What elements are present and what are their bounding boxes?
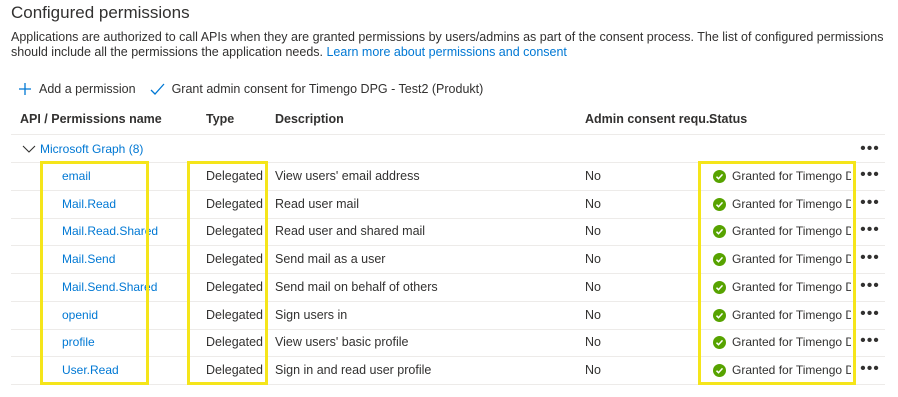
header-api-name[interactable]: API / Permissions name bbox=[20, 112, 162, 126]
admin-consent-required: No bbox=[585, 252, 601, 267]
header-divider bbox=[11, 134, 885, 135]
admin-consent-required: No bbox=[585, 224, 601, 239]
permission-description: Send mail as a user bbox=[275, 252, 386, 267]
plus-icon bbox=[19, 83, 31, 95]
page-title: Configured permissions bbox=[11, 3, 190, 22]
add-permission-button[interactable]: Add a permission bbox=[18, 82, 136, 96]
row-more-icon[interactable]: ••• bbox=[860, 167, 880, 183]
grant-admin-consent-button[interactable]: Grant admin consent for Timengo DPG - Te… bbox=[150, 82, 484, 96]
admin-consent-required: No bbox=[585, 169, 601, 183]
group-microsoft-graph[interactable]: Microsoft Graph (8) bbox=[22, 142, 143, 156]
checkmark-icon bbox=[150, 83, 165, 95]
row-more-icon[interactable]: ••• bbox=[860, 277, 880, 293]
admin-consent-required: No bbox=[585, 362, 601, 377]
chevron-down-icon bbox=[22, 145, 36, 153]
row-more-icon[interactable]: ••• bbox=[860, 305, 880, 321]
permission-description: Sign users in bbox=[275, 307, 348, 322]
permission-description: Read user and shared mail bbox=[275, 224, 426, 239]
highlight-box-permission-names bbox=[40, 161, 149, 385]
permission-description: Send mail on behalf of others bbox=[275, 279, 438, 294]
row-more-icon[interactable]: ••• bbox=[860, 333, 880, 349]
add-permission-label: Add a permission bbox=[39, 82, 136, 96]
header-type[interactable]: Type bbox=[206, 112, 234, 126]
group-label: Microsoft Graph (8) bbox=[40, 142, 144, 156]
learn-more-link[interactable]: Learn more about permissions and consent bbox=[326, 45, 566, 59]
row-more-icon[interactable]: ••• bbox=[860, 222, 880, 238]
header-status[interactable]: Status bbox=[709, 112, 747, 126]
row-more-icon[interactable]: ••• bbox=[860, 250, 880, 266]
admin-consent-required: No bbox=[585, 279, 601, 294]
group-more-icon[interactable]: ••• bbox=[860, 141, 880, 157]
permission-description: View users' email address bbox=[275, 169, 420, 183]
permission-description: Sign in and read user profile bbox=[275, 362, 432, 377]
row-more-icon[interactable]: ••• bbox=[860, 360, 880, 376]
grant-admin-consent-label: Grant admin consent for Timengo DPG - Te… bbox=[171, 82, 484, 96]
highlight-box-type bbox=[187, 161, 268, 385]
permission-description: Read user mail bbox=[275, 196, 360, 211]
header-description[interactable]: Description bbox=[275, 112, 344, 126]
admin-consent-required: No bbox=[585, 196, 601, 211]
highlight-box-status bbox=[698, 161, 856, 385]
row-more-icon[interactable]: ••• bbox=[860, 194, 880, 210]
permission-description: View users' basic profile bbox=[275, 335, 409, 350]
admin-consent-required: No bbox=[585, 307, 601, 322]
admin-consent-required: No bbox=[585, 335, 601, 350]
toolbar: Add a permission Grant admin consent for… bbox=[18, 80, 483, 98]
header-admin-consent[interactable]: Admin consent requ... bbox=[585, 112, 716, 126]
page-description: Applications are authorized to call APIs… bbox=[11, 30, 886, 60]
